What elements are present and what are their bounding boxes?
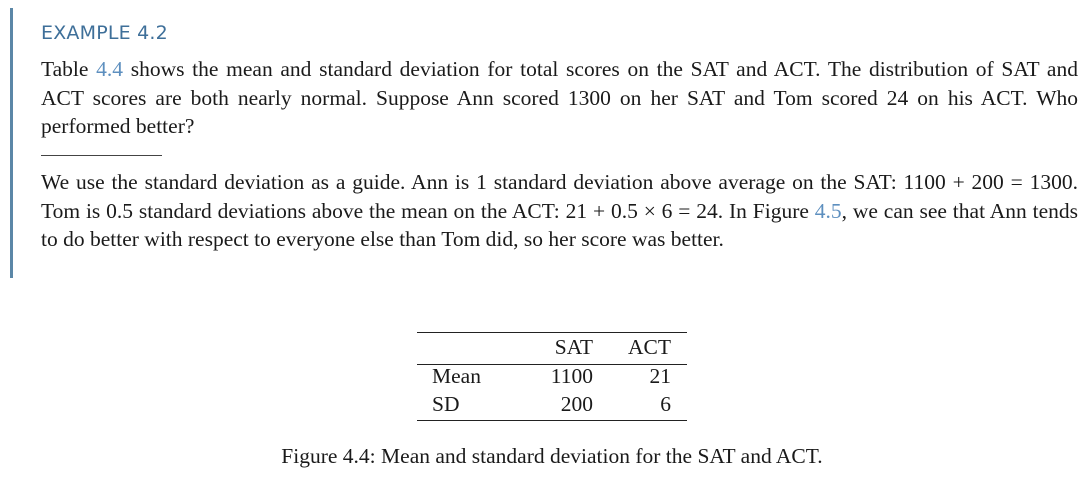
question-text-start: Table [41, 57, 97, 81]
table-top-rule [417, 332, 687, 333]
example-box: EXAMPLE 4.2 Table 4.4 shows the mean and… [10, 8, 1078, 278]
table-bottom-rule [417, 420, 687, 421]
question-text-end: shows the mean and standard deviation fo… [41, 57, 1078, 138]
example-question: Table 4.4 shows the mean and standard de… [41, 55, 1078, 141]
question-answer-divider [41, 155, 162, 156]
figure-reference-link[interactable]: 4.5 [815, 199, 842, 223]
table-reference-link[interactable]: 4.4 [96, 57, 123, 81]
cell-sd-act: 6 [660, 392, 671, 416]
column-header-sat: SAT [554, 335, 593, 359]
column-header-act: ACT [628, 335, 671, 359]
row-label-mean: Mean [432, 364, 481, 388]
example-title: EXAMPLE 4.2 [41, 22, 168, 44]
cell-sd-sat: 200 [560, 392, 593, 416]
row-label-sd: SD [432, 392, 460, 416]
figure-caption: Figure 4.4: Mean and standard deviation … [0, 444, 1087, 469]
cell-mean-act: 21 [649, 364, 672, 388]
cell-mean-sat: 1100 [550, 364, 593, 388]
figure-caption-text: Figure 4.4: Mean and standard deviation … [281, 444, 823, 468]
example-answer: We use the standard deviation as a guide… [41, 168, 1078, 254]
